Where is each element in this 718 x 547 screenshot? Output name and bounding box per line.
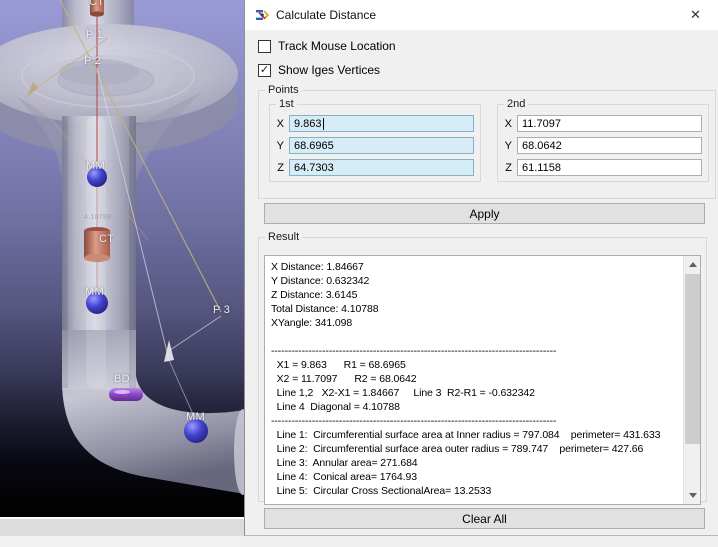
marker-label-ct-top: CT: [89, 0, 104, 8]
marker-label-ct-mid: CT: [99, 233, 114, 245]
checkbox-checked-icon: ✓: [258, 64, 271, 77]
point2-group-label: 2nd: [504, 98, 528, 110]
scroll-up-icon[interactable]: [684, 256, 701, 273]
marker-label-bd: BD: [114, 373, 130, 385]
point1-z-label: Z: [272, 162, 284, 174]
point2-z-input[interactable]: 61.1158: [517, 159, 702, 176]
point1-x-input[interactable]: 9.863: [289, 115, 474, 132]
point2-group: 2nd X 11.7097 Y 68.0642 Z 61.1158: [497, 98, 709, 182]
point2-y-label: Y: [500, 140, 512, 152]
text-cursor: [323, 118, 324, 130]
checkbox-unchecked-icon: [258, 40, 271, 53]
dialog-title: Calculate Distance: [276, 8, 376, 22]
marker-label-p1: P 1: [86, 29, 103, 41]
3d-viewport[interactable]: CT P 1 P 2 MM 4.10788 CT MM P 3 BD MM: [0, 0, 244, 517]
point1-y-input[interactable]: 68.6965: [289, 137, 474, 154]
points-group-label: Points: [265, 84, 302, 96]
apply-button[interactable]: Apply: [264, 203, 705, 224]
result-textarea[interactable]: X Distance: 1.84667 Y Distance: 0.632342…: [264, 255, 701, 505]
result-group: Result X Distance: 1.84667 Y Distance: 0…: [258, 231, 707, 502]
marker-label-p2: P 2: [84, 55, 101, 67]
show-iges-label: Show Iges Vertices: [278, 63, 380, 77]
marker-label-mm-upper: MM: [86, 160, 105, 172]
point1-group: 1st X 9.863 Y 68.6965 Z 64.7303: [269, 98, 481, 182]
point1-group-label: 1st: [276, 98, 297, 110]
track-mouse-checkbox[interactable]: Track Mouse Location: [258, 39, 396, 53]
marker-label-mm-mid: MM: [85, 286, 104, 298]
pipe-model-render: [0, 0, 244, 517]
marker-label-p3: P 3: [213, 304, 230, 316]
scroll-down-icon[interactable]: [684, 487, 701, 504]
point1-y-label: Y: [272, 140, 284, 152]
show-iges-checkbox[interactable]: ✓ Show Iges Vertices: [258, 63, 380, 77]
point2-x-input[interactable]: 11.7097: [517, 115, 702, 132]
point2-y-input[interactable]: 68.0642: [517, 137, 702, 154]
point1-x-label: X: [272, 118, 284, 130]
calculate-distance-dialog: Calculate Distance ✕ Track Mouse Locatio…: [244, 0, 718, 536]
distance-annotation: 4.10788: [84, 214, 111, 221]
result-group-label: Result: [265, 231, 302, 243]
result-text: X Distance: 1.84667 Y Distance: 0.632342…: [265, 256, 700, 505]
scrollbar-thumb[interactable]: [685, 274, 700, 444]
point2-z-label: Z: [500, 162, 512, 174]
track-mouse-label: Track Mouse Location: [278, 39, 396, 53]
marker-label-mm-lower: MM: [186, 411, 205, 423]
app-icon: [254, 7, 270, 23]
screen: CT P 1 P 2 MM 4.10788 CT MM P 3 BD MM Ca…: [0, 0, 718, 547]
clear-all-button[interactable]: Clear All: [264, 508, 705, 529]
point1-z-input[interactable]: 64.7303: [289, 159, 474, 176]
background-window-edge: [0, 517, 244, 547]
point2-x-label: X: [500, 118, 512, 130]
close-button[interactable]: ✕: [673, 0, 718, 29]
result-scrollbar[interactable]: [683, 256, 700, 504]
dialog-titlebar: Calculate Distance ✕: [245, 0, 718, 30]
points-group: Points 1st X 9.863 Y 68.6965 Z 64.7303: [258, 84, 716, 199]
